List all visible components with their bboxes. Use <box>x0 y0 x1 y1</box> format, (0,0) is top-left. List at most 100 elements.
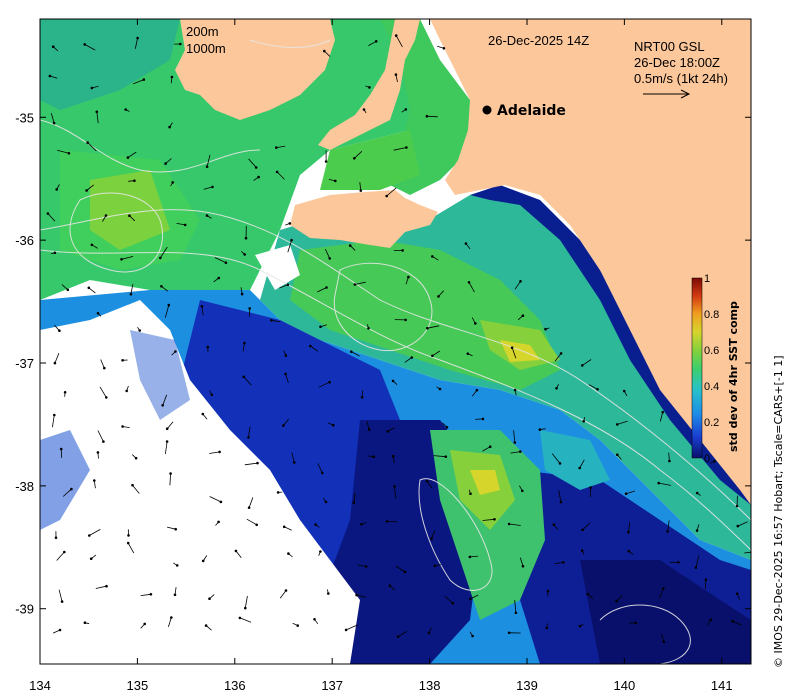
current-vector-head <box>255 523 259 527</box>
current-vector-head <box>467 280 471 284</box>
current-vector-head <box>206 345 210 349</box>
current-vector-head <box>170 75 174 79</box>
y-tick-label: -37 <box>15 356 34 371</box>
current-vector-head <box>559 500 563 504</box>
current-vector-head <box>405 146 408 149</box>
current-vector-head <box>493 517 496 521</box>
current-vector-head <box>634 621 637 625</box>
current-vector-head <box>52 413 56 417</box>
x-tick-label: 134 <box>29 678 51 693</box>
current-vector-head <box>437 295 440 298</box>
current-vector-head <box>127 534 130 537</box>
current-vector-head <box>218 450 221 454</box>
current-vector-head <box>48 74 52 78</box>
current-vector-head <box>344 628 348 632</box>
current-vector-head <box>290 238 293 242</box>
current-vector-head <box>386 430 389 433</box>
current-vector-head <box>349 350 353 354</box>
current-vector-head <box>63 550 66 554</box>
current-vector-head <box>169 472 172 475</box>
current-vector-head <box>234 549 238 553</box>
current-vector-head <box>131 483 134 487</box>
current-vector-head <box>410 356 414 359</box>
current-vector-head <box>622 389 626 393</box>
isobath-1000-label: 1000m <box>186 41 226 56</box>
current-vector-head <box>661 587 665 590</box>
current-vector-head <box>352 157 356 160</box>
current-vector-head <box>201 559 205 563</box>
current-vector-head <box>427 631 431 635</box>
current-vector-head <box>60 600 64 603</box>
current-vector-head <box>507 631 511 635</box>
current-vector-head <box>615 453 619 457</box>
current-vector-head <box>319 325 322 329</box>
current-vector-head <box>242 375 246 379</box>
current-vector-head <box>175 564 179 567</box>
current-vector-head <box>404 318 407 322</box>
current-vector-head <box>284 589 288 592</box>
current-vector-head <box>129 292 133 296</box>
current-vector-head <box>296 624 300 627</box>
current-vector-head <box>96 311 100 315</box>
current-vector-head <box>668 459 671 463</box>
current-vector-head <box>205 214 209 217</box>
current-vector-head <box>488 445 492 449</box>
x-tick-label: 141 <box>711 678 733 693</box>
current-vector-head <box>59 447 63 451</box>
current-vector-head <box>513 388 517 392</box>
current-vector-head <box>103 366 106 370</box>
current-vector-head <box>431 354 434 358</box>
current-vector-head <box>442 46 446 50</box>
current-vector-head <box>96 451 100 454</box>
current-vector-head <box>276 491 280 494</box>
current-vector-head <box>126 541 130 545</box>
current-vector-head <box>519 279 522 283</box>
current-vector-head <box>51 45 55 48</box>
current-vector-head <box>52 121 56 125</box>
current-vector-head <box>481 417 485 421</box>
current-vector-head <box>438 387 442 391</box>
current-vector-head <box>695 491 699 495</box>
current-vector-head <box>627 530 630 534</box>
current-vector-head <box>666 530 669 533</box>
current-vector-head <box>83 43 86 46</box>
current-vector-head <box>466 352 470 356</box>
y-tick-label: -35 <box>15 110 34 125</box>
current-vector-head <box>353 283 357 286</box>
current-vector-head <box>444 455 448 459</box>
current-vector-head <box>468 555 472 559</box>
current-vector-head <box>168 125 171 129</box>
current-vector-head <box>391 379 395 383</box>
current-vector-head <box>394 73 398 76</box>
current-vector-head <box>385 520 389 523</box>
current-vector-head <box>352 501 356 505</box>
current-vector-head <box>46 212 50 215</box>
current-vector-head <box>324 500 328 504</box>
current-vector-head <box>313 617 316 621</box>
current-vector-head <box>244 236 248 240</box>
vector-scale-label: 0.5m/s (1kt 24h) <box>634 71 728 86</box>
current-vector-head <box>174 350 177 353</box>
y-tick-label: -38 <box>15 479 34 494</box>
current-vector-head <box>368 86 371 89</box>
current-vector-head <box>657 481 660 485</box>
current-vector-head <box>558 462 562 465</box>
current-vector-head <box>164 162 167 165</box>
current-vector-head <box>282 525 286 529</box>
current-vector-head <box>90 243 94 247</box>
current-vector-head <box>430 255 434 258</box>
current-vector-head <box>580 549 584 552</box>
current-vector-head <box>105 396 108 399</box>
current-vector-head <box>348 244 352 247</box>
current-vector-head <box>170 616 173 619</box>
current-vector-head <box>713 459 716 463</box>
current-vector-head <box>126 156 130 159</box>
current-vector-head <box>510 346 514 350</box>
current-vector-head <box>578 466 581 470</box>
current-vector-head <box>404 108 408 111</box>
current-vector-head <box>70 487 73 491</box>
current-vector-head <box>88 534 91 537</box>
current-vector-head <box>581 528 584 532</box>
current-vector-head <box>319 550 322 553</box>
current-vector-head <box>243 253 247 256</box>
